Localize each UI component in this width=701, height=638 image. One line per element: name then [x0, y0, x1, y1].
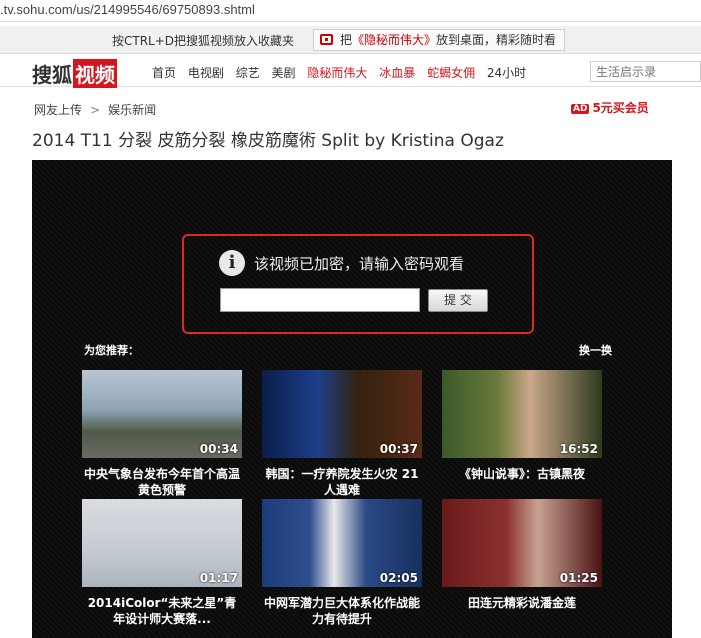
vip-label: 5元买会员 — [592, 101, 649, 115]
duration-label: 01:25 — [559, 571, 598, 585]
shortcut-suffix: 放到桌面，精彩随时看 — [436, 33, 557, 47]
desktop-shortcut-button[interactable]: 把《隐秘而伟大》放到桌面，精彩随时看 — [313, 29, 566, 51]
recommend-card[interactable]: 01:25 田连元精彩说潘金莲 — [442, 499, 602, 611]
video-thumbnail[interactable]: 00:34 — [82, 370, 242, 458]
video-caption[interactable]: 中央气象台发布今年首个高温黄色预警 — [82, 466, 242, 498]
video-player[interactable]: i 该视频已加密，请输入密码观看 提 交 为您推荐： 换一换 00:34 中央气… — [32, 160, 672, 638]
recommend-card[interactable]: 01:17 2014iColor“未来之星”青年设计师大赛落... — [82, 499, 242, 627]
nav-link-home[interactable]: 首页 — [152, 66, 176, 80]
submit-button[interactable]: 提 交 — [428, 289, 488, 312]
search-input[interactable] — [590, 61, 701, 82]
tip-bar: 按CTRL+D把搜狐视频放入收藏夹 把《隐秘而伟大》放到桌面，精彩随时看 — [0, 26, 701, 54]
swap-button[interactable]: 换一换 — [579, 342, 612, 358]
nav-link-24hours[interactable]: 24小时 — [487, 66, 526, 80]
nav-links: 首页 电视剧 综艺 美剧 隐秘而伟大 冰血暴 蛇蝎女佣 24小时 — [152, 64, 534, 81]
duration-label: 00:37 — [379, 442, 418, 456]
duration-label: 00:34 — [199, 442, 238, 456]
shortcut-highlight: 《隐秘而伟大》 — [352, 33, 437, 47]
nav-link-us-drama[interactable]: 美剧 — [272, 66, 296, 80]
recommend-card[interactable]: 00:34 中央气象台发布今年首个高温黄色预警 — [82, 370, 242, 498]
password-input[interactable] — [220, 288, 420, 312]
nav-link-devious-maids[interactable]: 蛇蝎女佣 — [427, 66, 475, 80]
bookmark-tip: 按CTRL+D把搜狐视频放入收藏夹 — [112, 34, 295, 48]
nav-link-tv[interactable]: 电视剧 — [188, 66, 224, 80]
nav-link-yinmi[interactable]: 隐秘而伟大 — [307, 66, 367, 80]
ad-badge: AD — [571, 104, 590, 114]
breadcrumb: 网友上传 > 娱乐新闻 — [34, 101, 156, 118]
recommend-card[interactable]: 16:52 《钟山说事》：古镇黑夜 — [442, 370, 602, 482]
nav-link-variety[interactable]: 综艺 — [236, 66, 260, 80]
video-thumbnail[interactable]: 01:17 — [82, 499, 242, 587]
breadcrumb-user-upload[interactable]: 网友上传 — [34, 103, 82, 117]
video-caption[interactable]: 《钟山说事》：古镇黑夜 — [442, 466, 602, 482]
sohu-video-logo[interactable]: 搜狐 视频 — [32, 59, 117, 88]
page-title: 2014 T11 分裂 皮筋分裂 橡皮筋魔術 Split by Kristina… — [32, 131, 504, 151]
recommend-card[interactable]: 00:37 韩国：一疗养院发生火灾 21人遇难 — [262, 370, 422, 498]
duration-label: 16:52 — [559, 442, 598, 456]
info-icon: i — [219, 250, 245, 276]
video-caption[interactable]: 田连元精彩说潘金莲 — [442, 595, 602, 611]
recommend-card[interactable]: 02:05 中网军潜力巨大体系化作战能力有待提升 — [262, 499, 422, 627]
video-caption[interactable]: 韩国：一疗养院发生火灾 21人遇难 — [262, 466, 422, 498]
encrypted-message: 该视频已加密，请输入密码观看 — [254, 255, 465, 273]
duration-label: 02:05 — [379, 571, 418, 585]
video-caption[interactable]: 2014iColor“未来之星”青年设计师大赛落... — [82, 595, 242, 627]
breadcrumb-separator: > — [90, 103, 101, 117]
video-thumbnail[interactable]: 16:52 — [442, 370, 602, 458]
nav-link-fargo[interactable]: 冰血暴 — [379, 66, 415, 80]
shortcut-prefix: 把 — [340, 33, 353, 47]
duration-label: 01:17 — [199, 571, 238, 585]
vip-promo-link[interactable]: AD 5元买会员 — [571, 99, 649, 116]
video-thumbnail[interactable]: 01:25 — [442, 499, 602, 587]
video-caption[interactable]: 中网军潜力巨大体系化作战能力有待提升 — [262, 595, 422, 627]
video-thumbnail[interactable]: 02:05 — [262, 499, 422, 587]
tv-icon — [320, 34, 333, 45]
logo-box: 视频 — [73, 59, 117, 88]
password-dialog: i 该视频已加密，请输入密码观看 提 交 — [182, 234, 534, 334]
url-text: .tv.sohu.com/us/214995546/69750893.shtml — [0, 2, 255, 17]
top-nav: 搜狐 视频 首页 电视剧 综艺 美剧 隐秘而伟大 冰血暴 蛇蝎女佣 24小时 — [0, 57, 701, 88]
breadcrumb-entertainment[interactable]: 娱乐新闻 — [108, 103, 156, 117]
recommend-title: 为您推荐： — [84, 344, 139, 357]
logo-text: 搜狐 — [32, 63, 72, 87]
address-bar[interactable]: .tv.sohu.com/us/214995546/69750893.shtml — [0, 0, 701, 22]
video-thumbnail[interactable]: 00:37 — [262, 370, 422, 458]
